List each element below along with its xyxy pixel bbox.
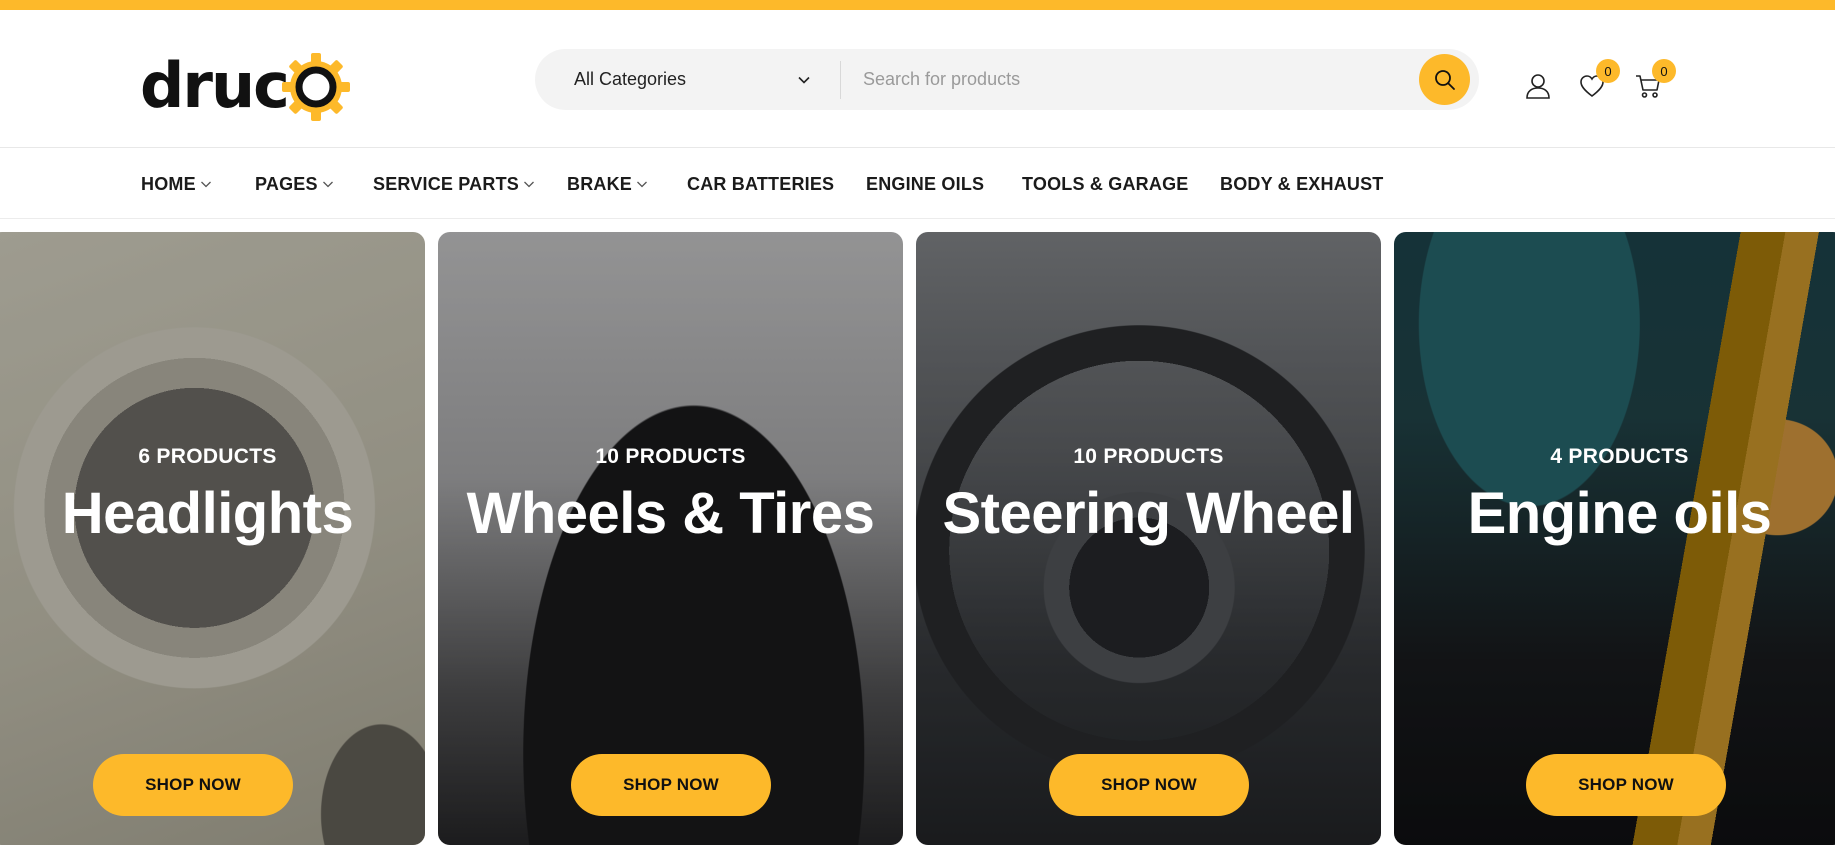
category-count: 6 PRODUCTS (138, 445, 277, 468)
chevron-down-icon (524, 181, 534, 187)
nav-item-label: SERVICE PARTS (373, 174, 519, 194)
chevron-down-icon (200, 181, 211, 187)
nav-item-label: ENGINE OILS (866, 174, 985, 194)
nav-item-brake[interactable]: BRAKE (567, 174, 648, 195)
chevron-down-icon (637, 181, 647, 187)
account-button[interactable] (1524, 72, 1552, 100)
chevron-down-icon (798, 76, 810, 84)
shop-now-button[interactable]: SHOP NOW (1526, 754, 1726, 816)
category-title: Engine oils (1467, 481, 1772, 546)
nav-item-home[interactable]: HOME (141, 174, 212, 195)
nav-item-service-parts[interactable]: SERVICE PARTS (373, 174, 535, 195)
search-button[interactable] (1419, 54, 1470, 105)
nav-item-label: BRAKE (567, 174, 633, 194)
cart-count-badge: 0 (1652, 59, 1676, 83)
logo[interactable]: druc (140, 46, 352, 126)
category-card-wheels-tires[interactable]: 10 PRODUCTS Wheels & Tires SHOP NOW (438, 232, 903, 845)
shop-now-button[interactable]: SHOP NOW (571, 754, 771, 816)
shop-now-button[interactable]: SHOP NOW (93, 754, 293, 816)
search-input[interactable] (841, 49, 1479, 110)
category-title: Headlights (61, 481, 354, 546)
user-icon (1526, 74, 1550, 99)
search-bar: All Categories (535, 49, 1479, 110)
nav-item-label: BODY & EXHAUST (1220, 174, 1384, 194)
category-count: 4 PRODUCTS (1550, 445, 1689, 468)
category-card-steering-wheel[interactable]: 10 PRODUCTS Steering Wheel SHOP NOW (916, 232, 1381, 845)
nav-item-label: PAGES (255, 174, 318, 194)
chevron-down-icon (322, 181, 333, 187)
nav-item-label: TOOLS & GARAGE (1022, 174, 1189, 194)
category-title: Wheels & Tires (466, 481, 875, 546)
nav-item-engine-oils[interactable]: ENGINE OILS (866, 174, 984, 195)
site-header: druc All Categories Search for products … (0, 10, 1835, 148)
nav-item-label: CAR BATTERIES (687, 174, 835, 194)
nav-item-label: HOME (141, 174, 196, 194)
nav-item-pages[interactable]: PAGES (255, 174, 334, 195)
wishlist-button[interactable]: 0 (1578, 59, 1620, 100)
nav-item-body-exhaust[interactable]: BODY & EXHAUST (1220, 174, 1384, 195)
nav-item-car-batteries[interactable]: CAR BATTERIES (687, 174, 834, 195)
category-card-headlights[interactable]: 6 PRODUCTS Headlights SHOP NOW (0, 232, 425, 845)
category-select[interactable]: All Categories (535, 49, 840, 110)
search-icon (1434, 69, 1455, 90)
category-title: Steering Wheel (942, 481, 1355, 546)
category-select-label: All Categories (574, 69, 687, 89)
logo-text: druc (140, 49, 290, 122)
top-accent-bar (0, 0, 1835, 10)
gear-icon (280, 51, 352, 123)
category-count: 10 PRODUCTS (1073, 445, 1224, 468)
category-card-engine-oils[interactable]: 4 PRODUCTS Engine oils SHOP NOW (1394, 232, 1835, 845)
shop-now-button[interactable]: SHOP NOW (1049, 754, 1249, 816)
main-nav: HOME PAGES SERVICE PARTS BRAKE CAR BATTE… (0, 148, 1835, 219)
cart-button[interactable]: 0 (1634, 59, 1676, 100)
category-cards: 6 PRODUCTS Headlights SHOP NOW 10 PRODUC… (0, 232, 1835, 847)
category-count: 10 PRODUCTS (595, 445, 746, 468)
nav-item-tools-garage[interactable]: TOOLS & GARAGE (1022, 174, 1188, 195)
wishlist-count-badge: 0 (1596, 59, 1620, 83)
